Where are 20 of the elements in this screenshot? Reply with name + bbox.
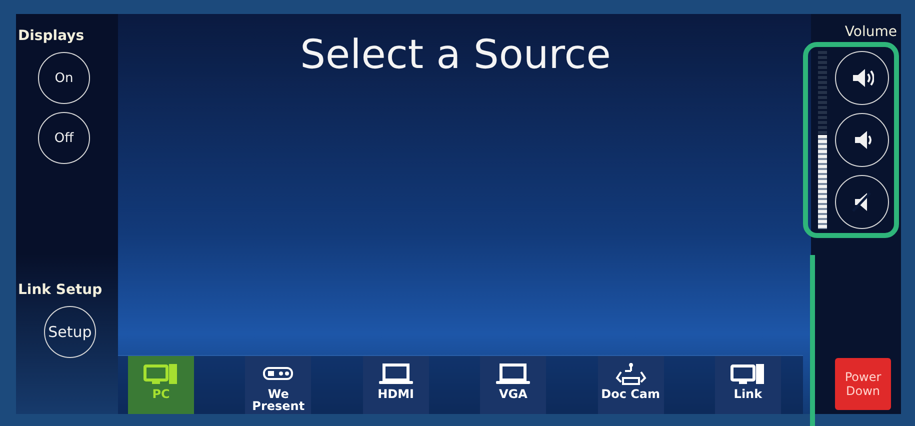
volume-button[interactable] (835, 51, 889, 105)
monitor-tower-icon (143, 362, 179, 386)
source-button[interactable]: HDMI (362, 356, 429, 414)
volume-button[interactable] (835, 113, 889, 167)
section-label: Link Setup (18, 282, 102, 298)
source-button[interactable]: Link (714, 356, 781, 414)
monitor-tower-icon (730, 362, 766, 386)
source-button[interactable]: Doc Cam (598, 356, 664, 414)
source-button[interactable]: VGA (480, 356, 546, 414)
volume-up-icon (850, 66, 874, 90)
laptop-icon (495, 362, 532, 386)
setup-button[interactable]: Setup (44, 306, 96, 358)
laptop-icon (378, 362, 414, 386)
display-button[interactable]: On (38, 52, 90, 104)
section-label: Displays (18, 28, 84, 44)
section-label: Volume (844, 24, 897, 40)
display-button[interactable]: Off (38, 112, 90, 164)
screen-title: Select a Source (300, 32, 611, 78)
volume-button[interactable] (835, 175, 889, 229)
source-button[interactable]: We Present (245, 356, 312, 414)
